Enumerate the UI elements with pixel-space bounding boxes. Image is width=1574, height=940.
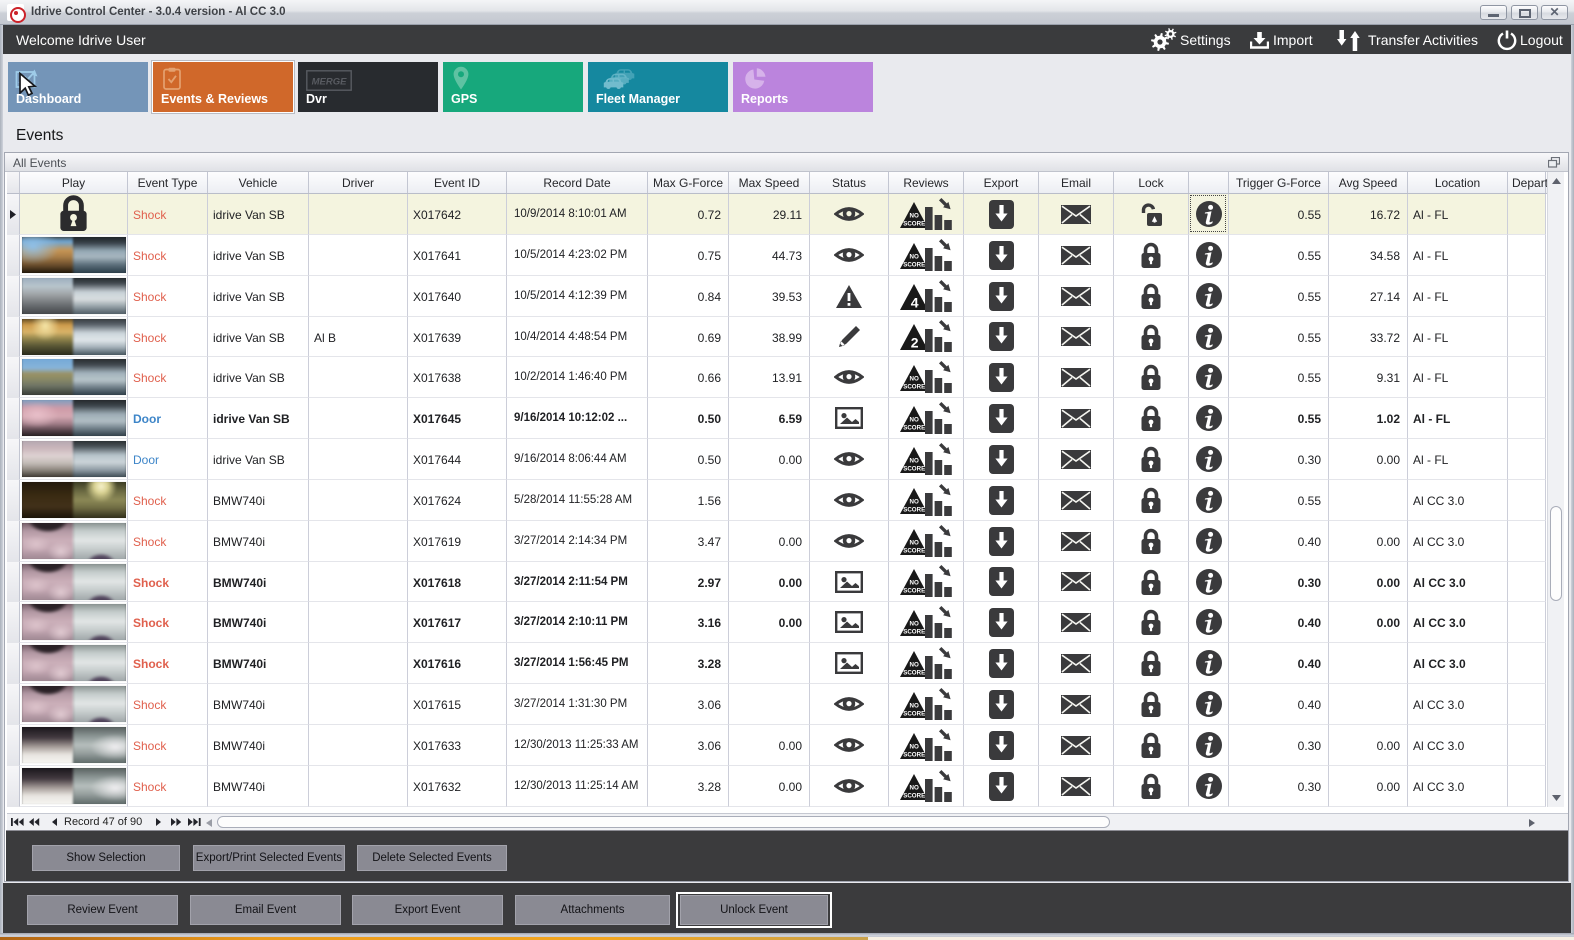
- svg-text:MERGE: MERGE: [312, 77, 348, 88]
